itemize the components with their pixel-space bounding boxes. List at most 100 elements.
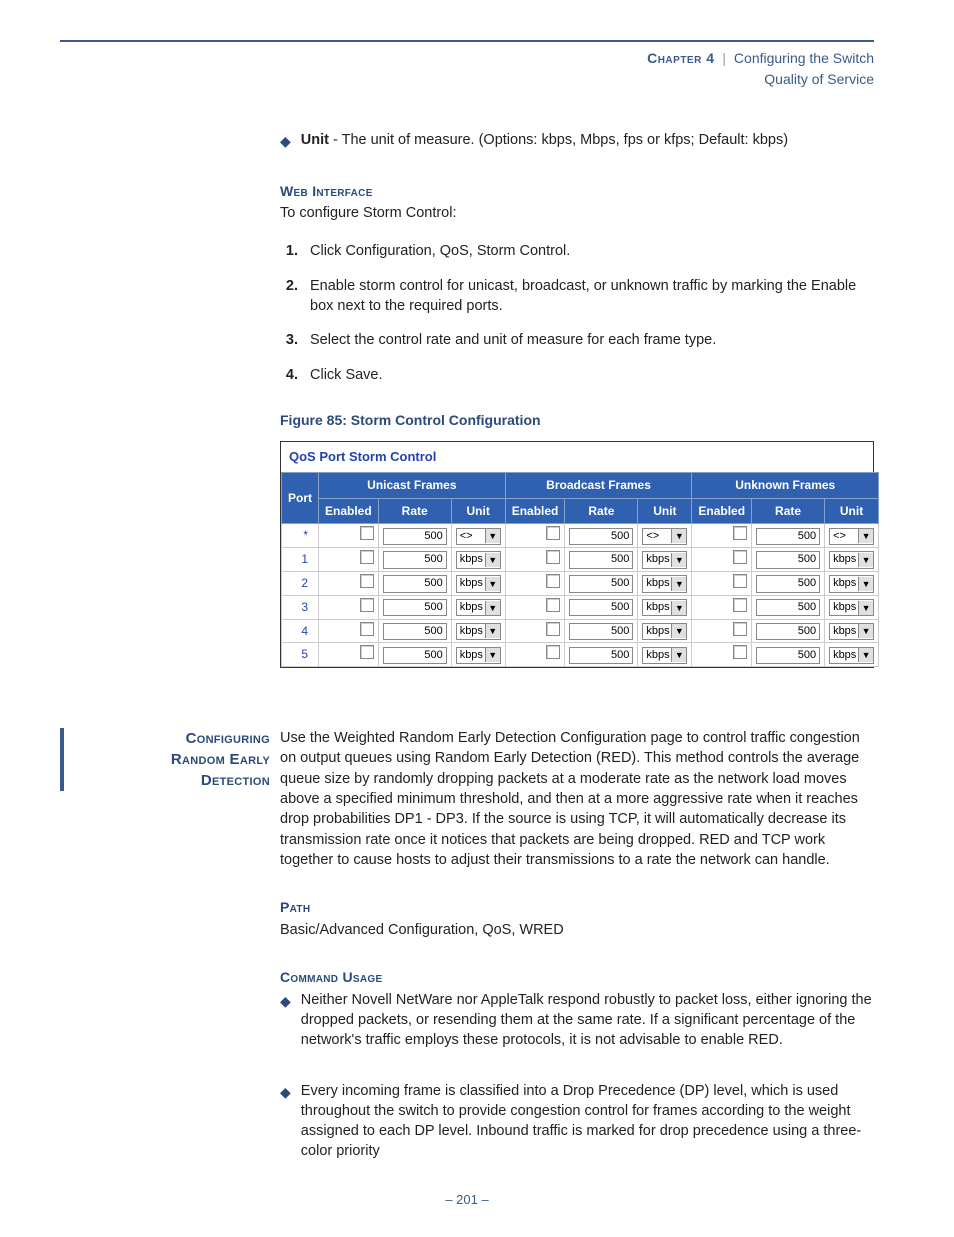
rate-input[interactable]: 500 [383, 551, 447, 568]
unit-select[interactable]: kbps▼ [829, 575, 874, 592]
unit-select[interactable]: kbps▼ [829, 551, 874, 568]
checkbox[interactable] [546, 550, 560, 564]
unit-select[interactable]: kbps▼ [456, 575, 501, 592]
steps-list: Click Configuration, QoS, Storm Control.… [280, 241, 874, 384]
rate-input[interactable]: 500 [383, 647, 447, 664]
web-interface-intro: To configure Storm Control: [280, 203, 874, 223]
checkbox[interactable] [360, 550, 374, 564]
col-enabled: Enabled [505, 498, 565, 524]
step-item: Click Configuration, QoS, Storm Control. [302, 241, 874, 261]
chevron-down-icon: ▼ [485, 553, 500, 567]
rate-input[interactable]: 500 [756, 528, 820, 545]
rate-input[interactable]: 500 [569, 647, 633, 664]
unit-select[interactable]: kbps▼ [456, 551, 501, 568]
rate-input[interactable]: 500 [569, 599, 633, 616]
unit-select[interactable]: kbps▼ [456, 647, 501, 664]
enabled-cell [692, 595, 752, 619]
rate-input[interactable]: 500 [756, 575, 820, 592]
unit-select[interactable]: <>▼ [829, 528, 874, 545]
table-row: 4500kbps▼500kbps▼500kbps▼ [282, 619, 879, 643]
checkbox[interactable] [733, 526, 747, 540]
enabled-cell [505, 619, 565, 643]
chevron-down-icon: ▼ [858, 553, 873, 567]
chevron-down-icon: ▼ [858, 624, 873, 638]
rate-cell: 500 [565, 619, 638, 643]
chevron-down-icon: ▼ [485, 601, 500, 615]
side-title-line: Random Early [171, 751, 270, 768]
checkbox[interactable] [360, 598, 374, 612]
enabled-cell [505, 595, 565, 619]
side-title-line: Detection [201, 772, 270, 789]
rate-input[interactable]: 500 [569, 575, 633, 592]
unit-select[interactable]: kbps▼ [642, 551, 687, 568]
port-cell: 5 [282, 643, 319, 667]
red-side-title: Configuring Random Early Detection [60, 728, 280, 870]
chevron-down-icon: ▼ [485, 648, 500, 662]
page-number: – 201 – [60, 1192, 874, 1207]
enabled-cell [319, 595, 379, 619]
rate-cell: 500 [378, 619, 451, 643]
unit-select[interactable]: kbps▼ [642, 575, 687, 592]
col-port: Port [282, 472, 319, 524]
rate-input[interactable]: 500 [756, 599, 820, 616]
checkbox[interactable] [546, 574, 560, 588]
rate-input[interactable]: 500 [569, 551, 633, 568]
table-row: 1 500 kbps▼ 500 kbps▼ 500 kbps▼ [282, 548, 879, 572]
command-usage-heading: Command Usage [280, 968, 874, 988]
chevron-down-icon: ▼ [671, 553, 686, 567]
col-group-unknown: Unknown Frames [692, 472, 879, 498]
checkbox[interactable] [733, 574, 747, 588]
unit-select[interactable]: <>▼ [642, 528, 687, 545]
rate-cell: 500 [565, 524, 638, 548]
rate-input[interactable]: 500 [756, 551, 820, 568]
header-title: Configuring the Switch [734, 50, 874, 66]
header-separator: | [722, 50, 726, 66]
checkbox[interactable] [360, 526, 374, 540]
rate-input[interactable]: 500 [756, 647, 820, 664]
rate-input[interactable]: 500 [569, 528, 633, 545]
checkbox[interactable] [360, 574, 374, 588]
unit-select[interactable]: kbps▼ [642, 599, 687, 616]
col-unit: Unit [825, 498, 879, 524]
col-rate: Rate [565, 498, 638, 524]
chevron-down-icon: ▼ [671, 529, 686, 543]
rate-cell: 500 [378, 643, 451, 667]
rate-cell: 500 [565, 548, 638, 572]
unit-select[interactable]: kbps▼ [829, 647, 874, 664]
rate-input[interactable]: 500 [383, 623, 447, 640]
unit-select[interactable]: kbps▼ [456, 599, 501, 616]
chevron-down-icon: ▼ [485, 529, 500, 543]
checkbox[interactable] [546, 598, 560, 612]
unit-text: - The unit of measure. (Options: kbps, M… [329, 132, 788, 148]
step-item: Click Save. [302, 365, 874, 385]
step-item: Select the control rate and unit of meas… [302, 330, 874, 350]
checkbox[interactable] [546, 622, 560, 636]
unit-select[interactable]: <>▼ [456, 528, 501, 545]
unit-select[interactable]: kbps▼ [642, 623, 687, 640]
rate-input[interactable]: 500 [569, 623, 633, 640]
rate-input[interactable]: 500 [383, 575, 447, 592]
rate-input[interactable]: 500 [756, 623, 820, 640]
rate-cell: 500 [565, 571, 638, 595]
enabled-cell [505, 524, 565, 548]
rate-cell: 500 [378, 571, 451, 595]
rate-input[interactable]: 500 [383, 599, 447, 616]
checkbox[interactable] [733, 598, 747, 612]
chevron-down-icon: ▼ [485, 577, 500, 591]
checkbox[interactable] [733, 645, 747, 659]
enabled-cell [319, 643, 379, 667]
port-cell: 1 [282, 548, 319, 572]
unit-select[interactable]: kbps▼ [642, 647, 687, 664]
unit-select[interactable]: kbps▼ [829, 623, 874, 640]
checkbox[interactable] [546, 526, 560, 540]
checkbox[interactable] [360, 645, 374, 659]
side-title-line: Configuring [186, 730, 270, 747]
unit-select[interactable]: kbps▼ [456, 623, 501, 640]
checkbox[interactable] [733, 550, 747, 564]
checkbox[interactable] [733, 622, 747, 636]
rate-input[interactable]: 500 [383, 528, 447, 545]
unit-select[interactable]: kbps▼ [829, 599, 874, 616]
checkbox[interactable] [546, 645, 560, 659]
rate-cell: 500 [752, 643, 825, 667]
checkbox[interactable] [360, 622, 374, 636]
